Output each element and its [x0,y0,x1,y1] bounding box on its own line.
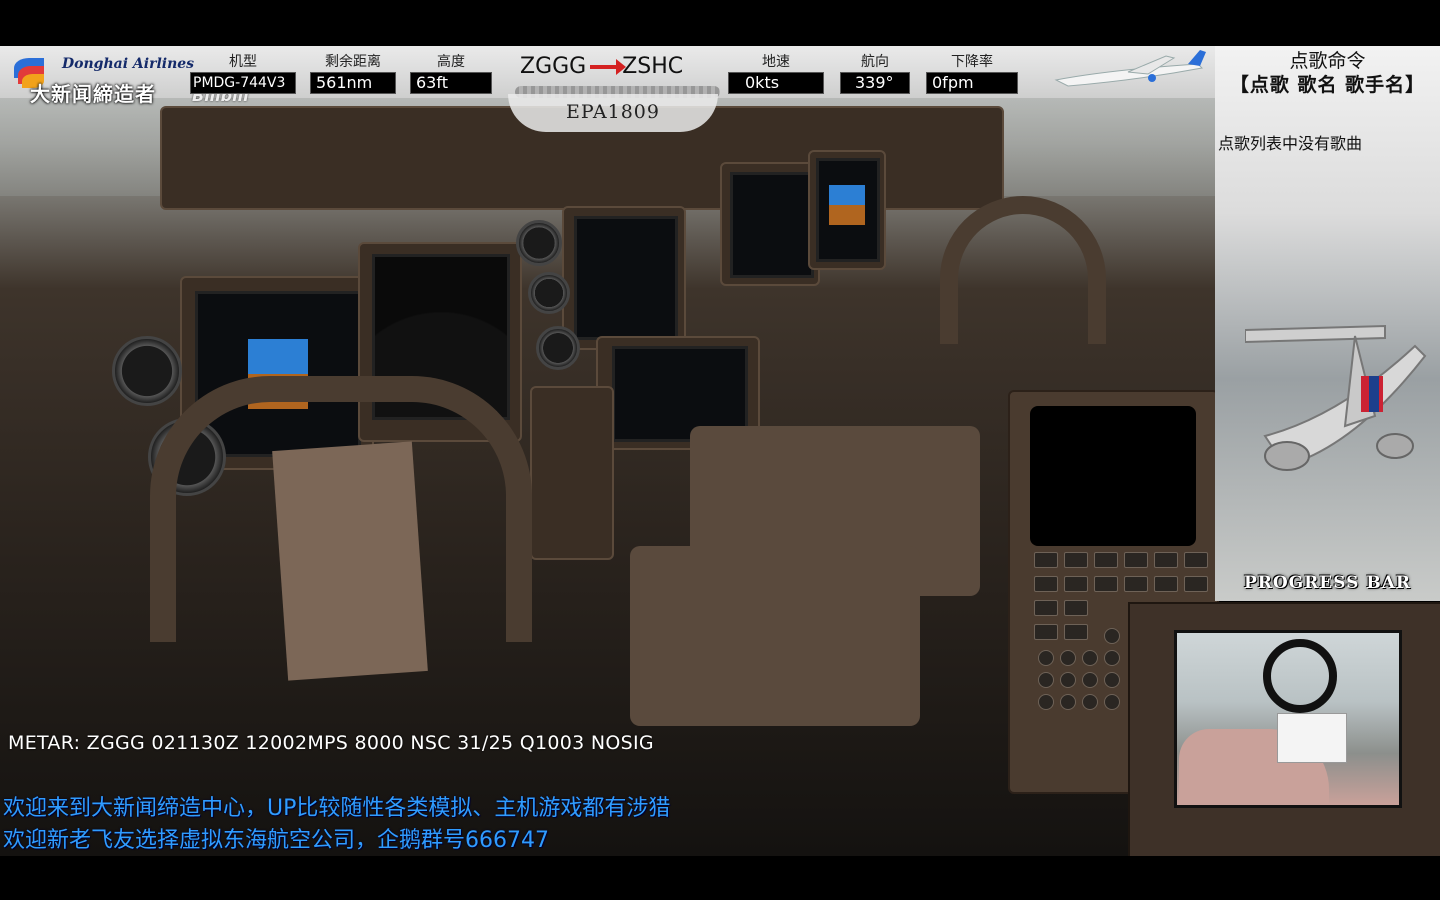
yoke-checklist-card [272,441,428,681]
webcam-feed [1174,630,1402,808]
song-queue-empty: 点歌列表中没有歌曲 [1218,134,1363,153]
center-pedestal [630,546,920,726]
groundspeed-field: 地速 0kts [728,52,824,94]
stream-frame: Donghai Airlines 大新闻締造者 Bilibili 机型 PMDG… [0,46,1440,856]
cdu-key[interactable] [1154,576,1178,592]
fo-pfd-display [816,158,880,262]
groundspeed-value: 0kts [728,72,824,94]
cdu-key[interactable] [1184,552,1208,568]
webcam-overlay [1128,602,1440,856]
route-arrow-icon [590,58,627,75]
vertical-speed-label: 下降率 [951,54,993,70]
cdu-key[interactable] [1124,576,1148,592]
heading-label: 航向 [861,54,889,70]
distance-label: 剩余距离 [325,54,381,70]
vertical-speed-field: 下降率 0fpm [926,52,1018,94]
song-progress-bar: PROGRESS BAR [1243,573,1412,593]
upper-eicas-display [574,216,678,340]
cdu-num-key[interactable] [1060,650,1076,666]
brake-pressure-gauge [536,326,580,370]
cdu-num-key[interactable] [1104,694,1120,710]
vertical-speed-value: 0fpm [926,72,1018,94]
flight-info-hud: Donghai Airlines 大新闻締造者 Bilibili 机型 PMDG… [0,46,1215,106]
cdu-key[interactable] [1064,624,1088,640]
altitude-field: 高度 63ft [410,52,492,94]
altitude-value: 63ft [410,72,492,94]
cdu-key[interactable] [1094,576,1118,592]
cdu-key[interactable] [1094,552,1118,568]
song-request-panel: 点歌命令 【点歌 歌名 歌手名】 点歌列表中没有歌曲 [1215,46,1440,601]
cdu-num-key[interactable] [1060,694,1076,710]
cdu-key[interactable] [1064,576,1088,592]
cdu-key[interactable] [1184,576,1208,592]
cdu-num-key[interactable] [1082,650,1098,666]
song-command-title: 点歌命令 [1289,50,1366,72]
cdu-num-key[interactable] [1104,628,1120,644]
airline-brand: Donghai Airlines [62,56,195,72]
route-display: ZGGG ZSHC [520,54,683,79]
md80-airliner-icon [1245,324,1427,471]
fo-attitude-indicator [829,185,865,225]
cdu-num-key[interactable] [1104,650,1120,666]
heading-field: 航向 339° [840,52,910,94]
cdu-num-key[interactable] [1082,672,1098,688]
clock-gauge [112,336,182,406]
welcome-line-2: 欢迎新老飞友选择虚拟东海航空公司，企鹅群号666747 [3,828,549,853]
song-command-syntax: 【点歌 歌名 歌手名】 [1229,74,1426,96]
origin-airport: ZGGG [520,54,587,79]
distance-field: 剩余距离 561nm [310,52,396,94]
aircraft-label: 机型 [229,54,257,70]
cdu-num-key[interactable] [1038,694,1054,710]
heading-value: 339° [840,72,910,94]
airliner-icon [1054,50,1206,87]
cdu-key[interactable] [1124,552,1148,568]
center-cdu-left [530,386,614,560]
cdu-num-key[interactable] [1104,672,1120,688]
cdu-key[interactable] [1034,624,1058,640]
groundspeed-label: 地速 [762,54,790,70]
altitude-label: 高度 [437,54,465,70]
note-paper [1277,713,1347,763]
standby-attitude [516,220,562,266]
cdu-num-key[interactable] [1082,694,1098,710]
cdu-num-key[interactable] [1060,672,1076,688]
standby-airspeed [528,272,570,314]
cdu-display [1030,406,1196,546]
flight-number: EPA1809 [508,94,718,132]
cdu-num-key[interactable] [1038,650,1054,666]
cdu-key[interactable] [1154,552,1178,568]
fo-yoke[interactable] [940,196,1106,344]
cdu-key[interactable] [1064,552,1088,568]
cdu-key[interactable] [1034,600,1058,616]
cdu-key[interactable] [1034,576,1058,592]
cdu-key[interactable] [1034,552,1058,568]
aircraft-field: 机型 PMDG-744V3 [190,52,296,94]
metar-report: METAR: ZGGG 021130Z 12002MPS 8000 NSC 31… [8,732,654,754]
destination-airport: ZSHC [622,54,684,79]
cdu-key[interactable] [1064,600,1088,616]
channel-watermark: 大新闻締造者 [30,82,156,106]
steering-wheel-icon [1263,639,1337,713]
welcome-line-1: 欢迎来到大新闻缔造中心，UP比较随性各类模拟、主机游戏都有涉猎 [3,796,671,821]
cdu-num-key[interactable] [1038,672,1054,688]
fo-nd-display [730,172,814,278]
distance-value: 561nm [310,72,396,94]
aircraft-value: PMDG-744V3 [190,72,296,94]
